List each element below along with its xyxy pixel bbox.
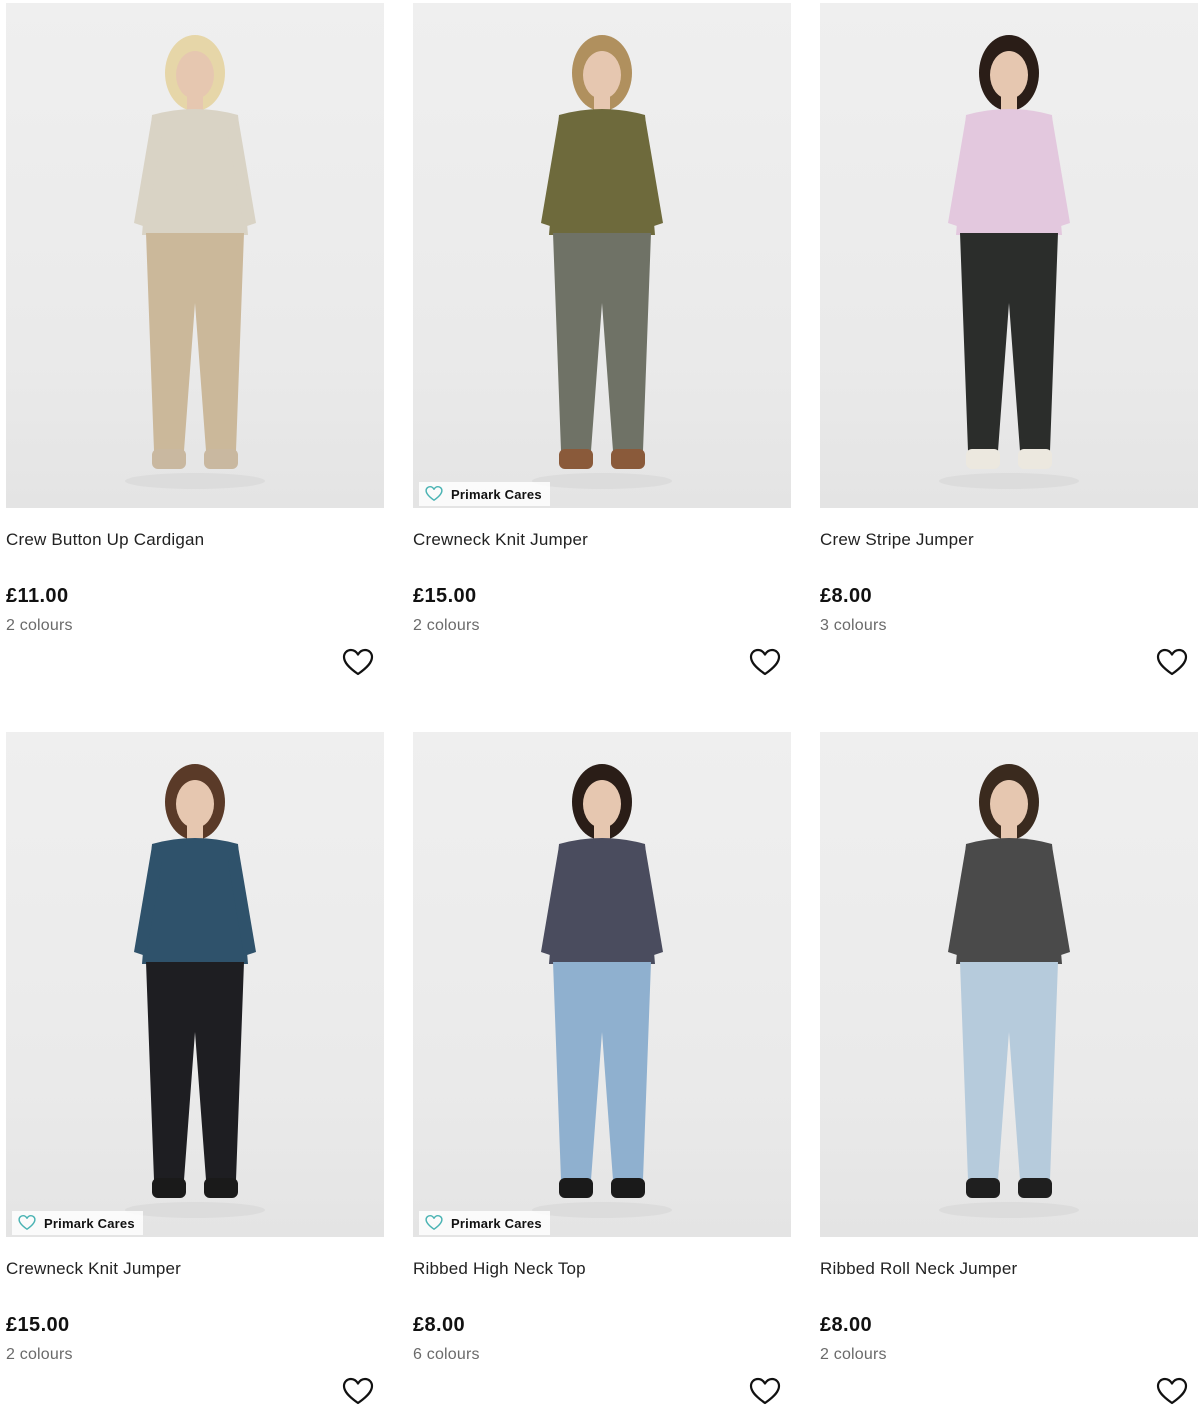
model-face	[176, 51, 214, 99]
product-card[interactable]: Primark Cares Ribbed High Neck Top £8.00…	[413, 732, 791, 1405]
model-shoe-left	[152, 449, 186, 469]
wishlist-button[interactable]	[1156, 1376, 1188, 1408]
model-bottom	[553, 962, 651, 1180]
product-image[interactable]	[6, 3, 384, 508]
heart-outline-icon	[425, 485, 443, 501]
product-colours: 3 colours	[820, 617, 887, 634]
primark-cares-badge: Primark Cares	[12, 1211, 143, 1235]
product-card[interactable]: Crew Stripe Jumper £8.00 3 colours	[820, 3, 1198, 676]
model-shoe-left	[559, 449, 593, 469]
heart-outline-icon	[1156, 1377, 1188, 1405]
model-face	[583, 780, 621, 828]
model-photo	[125, 35, 265, 489]
model-shoe-left	[966, 449, 1000, 469]
product-price: £15.00	[413, 585, 477, 607]
model-photo	[532, 764, 672, 1218]
model-bottom	[146, 962, 244, 1180]
model-photo	[532, 35, 672, 489]
model-shoe-right	[1018, 449, 1052, 469]
product-title[interactable]: Crewneck Knit Jumper	[413, 530, 588, 550]
product-colours: 2 colours	[6, 1346, 73, 1363]
model-bottom	[553, 233, 651, 451]
model-bottom	[960, 962, 1058, 1180]
product-colours: 6 colours	[413, 1346, 480, 1363]
heart-outline-icon	[425, 1214, 443, 1230]
product-image[interactable]	[820, 3, 1198, 508]
model-shoe-right	[1018, 1178, 1052, 1198]
model-face	[583, 51, 621, 99]
model-shoe-right	[611, 1178, 645, 1198]
product-card[interactable]: Crew Button Up Cardigan £11.00 2 colours	[6, 3, 384, 676]
wishlist-button[interactable]	[749, 647, 781, 679]
product-title[interactable]: Crewneck Knit Jumper	[6, 1259, 181, 1279]
model-shoe-left	[152, 1178, 186, 1198]
product-title[interactable]: Crew Button Up Cardigan	[6, 530, 204, 550]
product-price: £15.00	[6, 1314, 70, 1336]
product-price: £8.00	[413, 1314, 466, 1336]
product-card[interactable]: Primark Cares Crewneck Knit Jumper £15.0…	[413, 3, 791, 676]
product-title[interactable]: Ribbed Roll Neck Jumper	[820, 1259, 1017, 1279]
heart-outline-icon	[749, 1377, 781, 1405]
model-shoe-right	[611, 449, 645, 469]
product-image[interactable]: Primark Cares	[6, 732, 384, 1237]
heart-outline-icon	[18, 1214, 36, 1230]
model-shoe-right	[204, 1178, 238, 1198]
wishlist-button[interactable]	[749, 1376, 781, 1408]
model-photo	[125, 764, 265, 1218]
primark-cares-label: Primark Cares	[44, 1215, 135, 1231]
primark-cares-label: Primark Cares	[451, 486, 542, 502]
heart-outline-icon	[342, 648, 374, 676]
primark-cares-label: Primark Cares	[451, 1215, 542, 1231]
model-face	[990, 51, 1028, 99]
product-colours: 2 colours	[820, 1346, 887, 1363]
product-image[interactable]: Primark Cares	[413, 3, 791, 508]
model-photo	[939, 764, 1079, 1218]
product-card[interactable]: Primark Cares Crewneck Knit Jumper £15.0…	[6, 732, 384, 1405]
primark-cares-badge: Primark Cares	[419, 1211, 550, 1235]
product-price: £11.00	[6, 585, 69, 607]
wishlist-button[interactable]	[1156, 647, 1188, 679]
heart-outline-icon	[342, 1377, 374, 1405]
model-bottom	[146, 233, 244, 451]
product-colours: 2 colours	[6, 617, 73, 634]
product-colours: 2 colours	[413, 617, 480, 634]
model-shoe-right	[204, 449, 238, 469]
product-image[interactable]	[820, 732, 1198, 1237]
model-photo	[939, 35, 1079, 489]
primark-cares-badge: Primark Cares	[419, 482, 550, 506]
product-price: £8.00	[820, 585, 873, 607]
product-price: £8.00	[820, 1314, 873, 1336]
product-image[interactable]: Primark Cares	[413, 732, 791, 1237]
wishlist-button[interactable]	[342, 647, 374, 679]
model-shoe-left	[559, 1178, 593, 1198]
product-card[interactable]: Ribbed Roll Neck Jumper £8.00 2 colours	[820, 732, 1198, 1405]
heart-outline-icon	[749, 648, 781, 676]
heart-outline-icon	[1156, 648, 1188, 676]
product-title[interactable]: Ribbed High Neck Top	[413, 1259, 586, 1279]
model-bottom	[960, 233, 1058, 451]
wishlist-button[interactable]	[342, 1376, 374, 1408]
model-face	[176, 780, 214, 828]
model-face	[990, 780, 1028, 828]
product-title[interactable]: Crew Stripe Jumper	[820, 530, 974, 550]
model-shoe-left	[966, 1178, 1000, 1198]
